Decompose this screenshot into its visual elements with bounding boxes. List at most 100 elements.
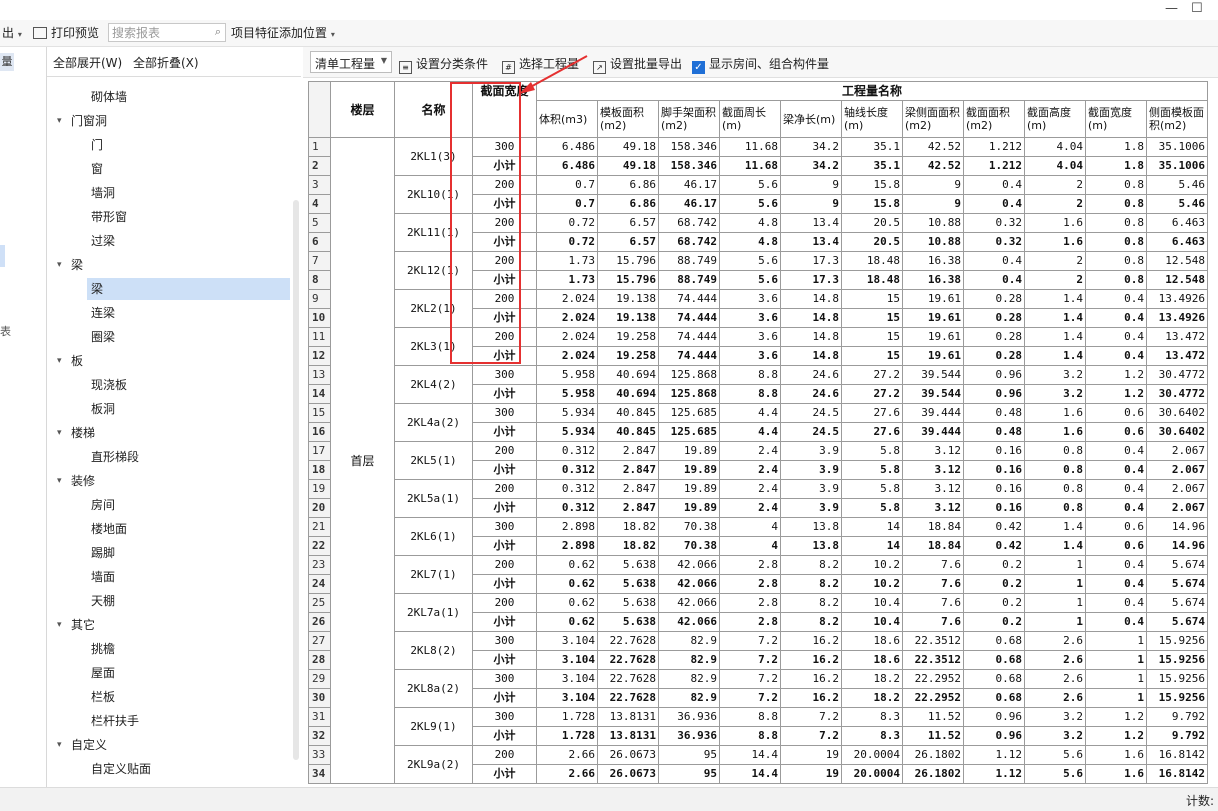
table-row[interactable]: 11 2KL3(1) 200 2.024 19.258 74.444 3.6 14.8 15 19… [308,327,1208,366]
floor-cell: 首层 [330,137,395,784]
tree-item[interactable]: 过梁 [87,230,290,252]
table-row[interactable]: 1 首层 2KL1(3) 300 6.486 49.18 158.346 11.68 34.2 3… [308,137,1208,784]
chevron-down-icon[interactable]: ▾ [57,734,62,756]
tree-item[interactable]: 板洞 [87,398,290,420]
tree-item[interactable]: 窗 [87,158,290,180]
quantity-cell: 3.104 [536,688,598,708]
tree-item-label: 楼地面 [91,522,128,536]
quantity-cell: 34.2 [780,137,842,157]
maximize-icon[interactable]: ☐ [1191,1,1203,16]
export-button[interactable]: 出 ▾ [2,24,22,42]
table-row[interactable]: 3 2KL10(1) 200 0.7 6.86 46.17 5.6 9 15.8 9 0.4 2 0.8… [308,175,1208,214]
minimize-icon[interactable]: — [1165,1,1178,16]
row-number: 33 [308,745,331,765]
table-row[interactable]: 33 2KL9a(2) 200 2.66 26.0673 95 14.4 19 20.0004 2… [308,745,1208,784]
tree-item[interactable]: ▾ 自定义 [47,734,287,756]
tree-item[interactable]: 屋面 [87,662,290,684]
tree-scrollbar[interactable] [293,200,299,760]
quantity-cell: 24.5 [780,403,842,423]
quantity-cell: 0.4 [963,270,1025,290]
quantity-cell: 6.86 [597,194,659,214]
chevron-down-icon[interactable]: ▾ [57,470,62,492]
table-row[interactable]: 7 2KL12(1) 200 1.73 15.796 88.749 5.6 17.3 18.48… [308,251,1208,290]
collapse-all-button[interactable]: 全部折叠(X) [133,54,199,71]
tree-item[interactable]: ▾ 门窗洞 [47,110,287,132]
select-quantity-button[interactable]: # 选择工程量 [502,55,579,74]
set-category-button[interactable]: ≡ 设置分类条件 [399,55,488,74]
quantity-cell: 1.212 [963,137,1025,157]
table-row[interactable]: 31 2KL9(1) 300 1.728 13.8131 36.936 8.8 7.2 8.3 1… [308,707,1208,746]
chevron-down-icon[interactable]: ▾ [57,350,62,372]
tree-item[interactable]: 带形窗 [87,206,290,228]
table-row[interactable]: 27 2KL8(2) 300 3.104 22.7628 82.9 7.2 16.2 18.6 2… [308,631,1208,670]
table-row[interactable]: 21 2KL6(1) 300 2.898 18.82 70.38 4 13.8 14 18.84 0… [308,517,1208,556]
tree-item-label: 墙洞 [91,186,116,200]
quantity-cell: 5.8 [841,441,903,461]
sidebar-tab-quantity[interactable]: 量 [0,53,14,71]
search-input[interactable]: 搜索报表 ⌕ [108,23,226,42]
quantity-cell: 3.9 [780,460,842,480]
header-quantity-column: 截面高度(m) [1024,100,1086,138]
search-icon[interactable]: ⌕ [215,25,221,39]
tree-item[interactable]: 天棚 [87,590,290,612]
table-row[interactable]: 9 2KL2(1) 200 2.024 19.138 74.444 3.6 14.8 15 19.… [308,289,1208,328]
tree-item[interactable]: 连梁 [87,302,290,324]
tree-item[interactable]: 房间 [87,494,290,516]
sidebar-tab-report[interactable]: 表 [0,323,11,339]
tree-item[interactable]: 门 [87,134,290,156]
chevron-down-icon: ▾ [330,30,335,39]
table-row[interactable]: 15 2KL4a(2) 300 5.934 40.845 125.685 4.4 24.5 27… [308,403,1208,442]
tree-item[interactable]: ▾ 板 [47,350,287,372]
tree-item[interactable]: 墙洞 [87,182,290,204]
tree-item-label: 梁 [91,282,104,296]
chevron-down-icon[interactable]: ▾ [57,614,62,636]
table-row[interactable]: 29 2KL8a(2) 300 3.104 22.7628 82.9 7.2 16.2 18.2… [308,669,1208,708]
tree-item[interactable]: 梁 [87,278,290,300]
chevron-down-icon[interactable]: ▾ [57,254,62,276]
quantity-cell: 8.3 [841,726,903,746]
set-category-label: 设置分类条件 [416,57,489,71]
quantity-mode-select[interactable]: 清单工程量 ▼ [310,51,392,73]
table-row[interactable]: 25 2KL7a(1) 200 0.62 5.638 42.066 2.8 8.2 10.4 7.… [308,593,1208,632]
tree-item[interactable]: ▾ 楼梯 [47,422,287,444]
print-preview-button[interactable]: 打印预览 [33,24,99,42]
quantity-cell: 82.9 [658,650,720,670]
subtotal-label: 小计 [472,308,537,328]
quantity-cell: 18.82 [597,517,659,537]
row-number: 30 [308,688,331,708]
chevron-down-icon[interactable]: ▾ [57,422,62,444]
tree-item[interactable]: 墙面 [87,566,290,588]
tree-item[interactable]: 栏板 [87,686,290,708]
quantity-cell: 0.8 [1085,175,1147,195]
tree-item[interactable]: 自定义贴面 [87,758,290,780]
chevron-down-icon: ▼ [380,56,387,65]
batch-export-button[interactable]: ↗ 设置批量导出 [593,55,682,74]
quantity-cell: 5.638 [597,612,659,632]
table-row[interactable]: 13 2KL4(2) 300 5.958 40.694 125.868 8.8 24.6 27.… [308,365,1208,404]
expand-all-button[interactable]: 全部展开(W) [53,54,122,71]
quantity-cell: 3.9 [780,498,842,518]
tree-item[interactable]: ▾ 梁 [47,254,287,276]
tree-item[interactable]: 挑檐 [87,638,290,660]
tree-item[interactable]: 踢脚 [87,542,290,564]
table-row[interactable]: 23 2KL7(1) 200 0.62 5.638 42.066 2.8 8.2 10.2 7.6… [308,555,1208,594]
tree-item[interactable]: 现浇板 [87,374,290,396]
tree-item[interactable]: 楼地面 [87,518,290,540]
chevron-down-icon[interactable]: ▾ [57,110,62,132]
show-room-checkbox[interactable]: ✓ 显示房间、组合构件量 [692,55,829,74]
table-row[interactable]: 17 2KL5(1) 200 0.312 2.847 19.89 2.4 3.9 5.8 3.12… [308,441,1208,480]
quantity-cell: 0.2 [963,574,1025,594]
quantity-cell: 27.2 [841,365,903,385]
tree-item[interactable]: ▾ 装修 [47,470,287,492]
quantity-cell: 1.4 [1024,289,1086,309]
tree-item[interactable]: 砌体墙 [87,86,290,108]
tree-item[interactable]: 栏杆扶手 [87,710,290,732]
feature-position-dropdown[interactable]: 项目特征添加位置 ▾ [231,24,335,42]
table-row[interactable]: 19 2KL5a(1) 200 0.312 2.847 19.89 2.4 3.9 5.8 3.1… [308,479,1208,518]
quantity-cell: 14 [841,536,903,556]
tree-item[interactable]: 直形梯段 [87,446,290,468]
tree-item[interactable]: ▾ 其它 [47,614,287,636]
tree-item[interactable]: 圈梁 [87,326,290,348]
table-row[interactable]: 5 2KL11(1) 200 0.72 6.57 68.742 4.8 13.4 20.5 10.… [308,213,1208,252]
quantity-cell: 15.796 [597,251,659,271]
